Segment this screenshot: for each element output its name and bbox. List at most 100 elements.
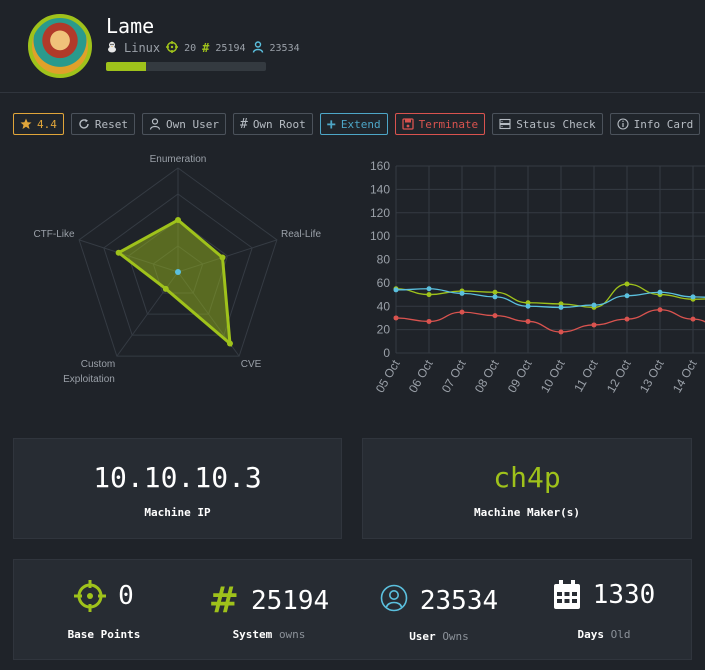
radar-label-custom: Custom (81, 359, 115, 370)
series-point (426, 286, 432, 292)
user-circle-icon (380, 584, 408, 612)
own-root-label: Own Root (252, 117, 306, 131)
base-points-stat: 0 Base Points (24, 560, 184, 660)
info-card-label: Info Card (633, 117, 694, 131)
radar-label-ctf-like: CTF-Like (33, 229, 75, 240)
series-point (591, 302, 597, 308)
radar-point (175, 217, 181, 223)
days-old-stat: 1330 Days Old (524, 560, 684, 660)
radar-point (115, 249, 122, 256)
y-tick-label: 160 (370, 159, 390, 173)
own-user-button[interactable]: Own User (142, 113, 226, 135)
x-tick-label: 08 Oct (472, 357, 502, 395)
progress-fill (106, 62, 146, 71)
x-tick-label: 13 Oct (637, 357, 667, 395)
user-owns-badge: 23534 (269, 42, 300, 54)
hash-icon: # (239, 116, 248, 132)
days-old-value: 1330 (592, 580, 656, 610)
series-point (393, 287, 399, 293)
series-point (624, 316, 630, 322)
crosshair-icon (74, 580, 107, 612)
line-series (393, 281, 705, 335)
series-point (525, 318, 531, 324)
own-root-button[interactable]: # Own Root (232, 113, 313, 135)
machine-header: Lame Linux 20 # 25194 23534 (0, 0, 705, 93)
series-point (459, 309, 465, 315)
hash-icon: # (208, 580, 239, 621)
x-tick-label: 05 Oct (373, 357, 403, 395)
status-check-button[interactable]: Status Check (492, 113, 603, 135)
series-point (525, 303, 531, 309)
x-tick-label: 10 Oct (538, 357, 568, 395)
user-owns-label: User Owns (409, 630, 469, 643)
y-tick-label: 140 (370, 182, 390, 196)
radar-point (219, 254, 226, 261)
system-owns-label: System owns (232, 628, 306, 641)
series-point (690, 294, 696, 300)
y-tick-label: 100 (370, 229, 390, 243)
machine-maker-value[interactable]: ch4p (363, 461, 691, 494)
series-point (558, 304, 564, 310)
days-old-label: Days Old (577, 628, 631, 641)
radar-center-dot (175, 269, 181, 275)
extend-button[interactable]: + Extend (319, 113, 388, 135)
series-point (459, 290, 465, 296)
machine-os: Linux (124, 41, 161, 55)
extend-label: Extend (340, 117, 381, 131)
series-point (558, 329, 564, 335)
rating-button[interactable]: 4.4 (13, 113, 64, 135)
y-tick-label: 120 (370, 206, 390, 220)
machine-meta: Linux 20 # 25194 23534 (106, 40, 300, 56)
own-user-label: Own User (166, 117, 219, 131)
x-tick-label: 11 Oct (571, 357, 601, 394)
hash-icon: # (202, 41, 210, 55)
base-points-label: Base Points (67, 628, 141, 641)
machine-ip-label: Machine IP (144, 506, 211, 519)
y-tick-label: 20 (377, 323, 391, 337)
series-point (591, 322, 597, 328)
x-tick-label: 12 Oct (604, 357, 634, 395)
floppy-icon (401, 118, 414, 130)
terminate-label: Terminate (418, 117, 479, 131)
x-tick-label: 14 Oct (670, 357, 700, 395)
terminate-button[interactable]: Terminate (394, 113, 486, 135)
info-card-button[interactable]: Info Card (609, 113, 701, 135)
info-icon (617, 118, 629, 130)
machine-maker-label: Machine Maker(s) (474, 506, 580, 519)
series-point (426, 292, 432, 298)
x-tick-label: 09 Oct (505, 357, 535, 395)
y-tick-label: 80 (377, 253, 391, 267)
line-grid (395, 165, 705, 354)
series-point (624, 293, 630, 299)
series-point (690, 316, 696, 322)
system-owns-value: 25194 (250, 585, 330, 616)
calendar-icon (553, 580, 580, 609)
radar-label-enumeration: Enumeration (150, 154, 207, 165)
star-icon (20, 118, 32, 129)
user-owns-stat: 23534 User Owns (359, 560, 519, 660)
linux-icon (106, 41, 118, 56)
user-owns-value: 23534 (419, 586, 499, 616)
series-point (426, 318, 432, 324)
series-point (657, 289, 663, 295)
radar-label-cve: CVE (241, 359, 262, 370)
machine-maker-card: ch4p Machine Maker(s) (362, 438, 692, 539)
points-badge: 20 (184, 42, 197, 54)
user-icon (252, 40, 264, 56)
x-tick-label: 06 Oct (406, 357, 436, 395)
radar-chart: Enumeration Real-Life CVE Custom Exploit… (33, 154, 321, 385)
radar-point (162, 285, 169, 292)
reset-button[interactable]: Reset (70, 113, 135, 135)
y-tick-labels: 020406080100120140160 (370, 159, 390, 360)
series-point (492, 313, 498, 319)
rating-value: 4.4 (37, 117, 57, 131)
machine-ip-value: 10.10.10.3 (93, 461, 262, 494)
series-point (624, 281, 630, 287)
action-toolbar: 4.4 Reset Own User # Own Root + Extend T… (13, 113, 701, 135)
refresh-icon (79, 119, 89, 129)
series-point (657, 307, 663, 313)
radar-area (115, 218, 232, 348)
series-point (492, 289, 498, 295)
series-point (492, 294, 498, 300)
status-check-label: Status Check (516, 117, 596, 131)
